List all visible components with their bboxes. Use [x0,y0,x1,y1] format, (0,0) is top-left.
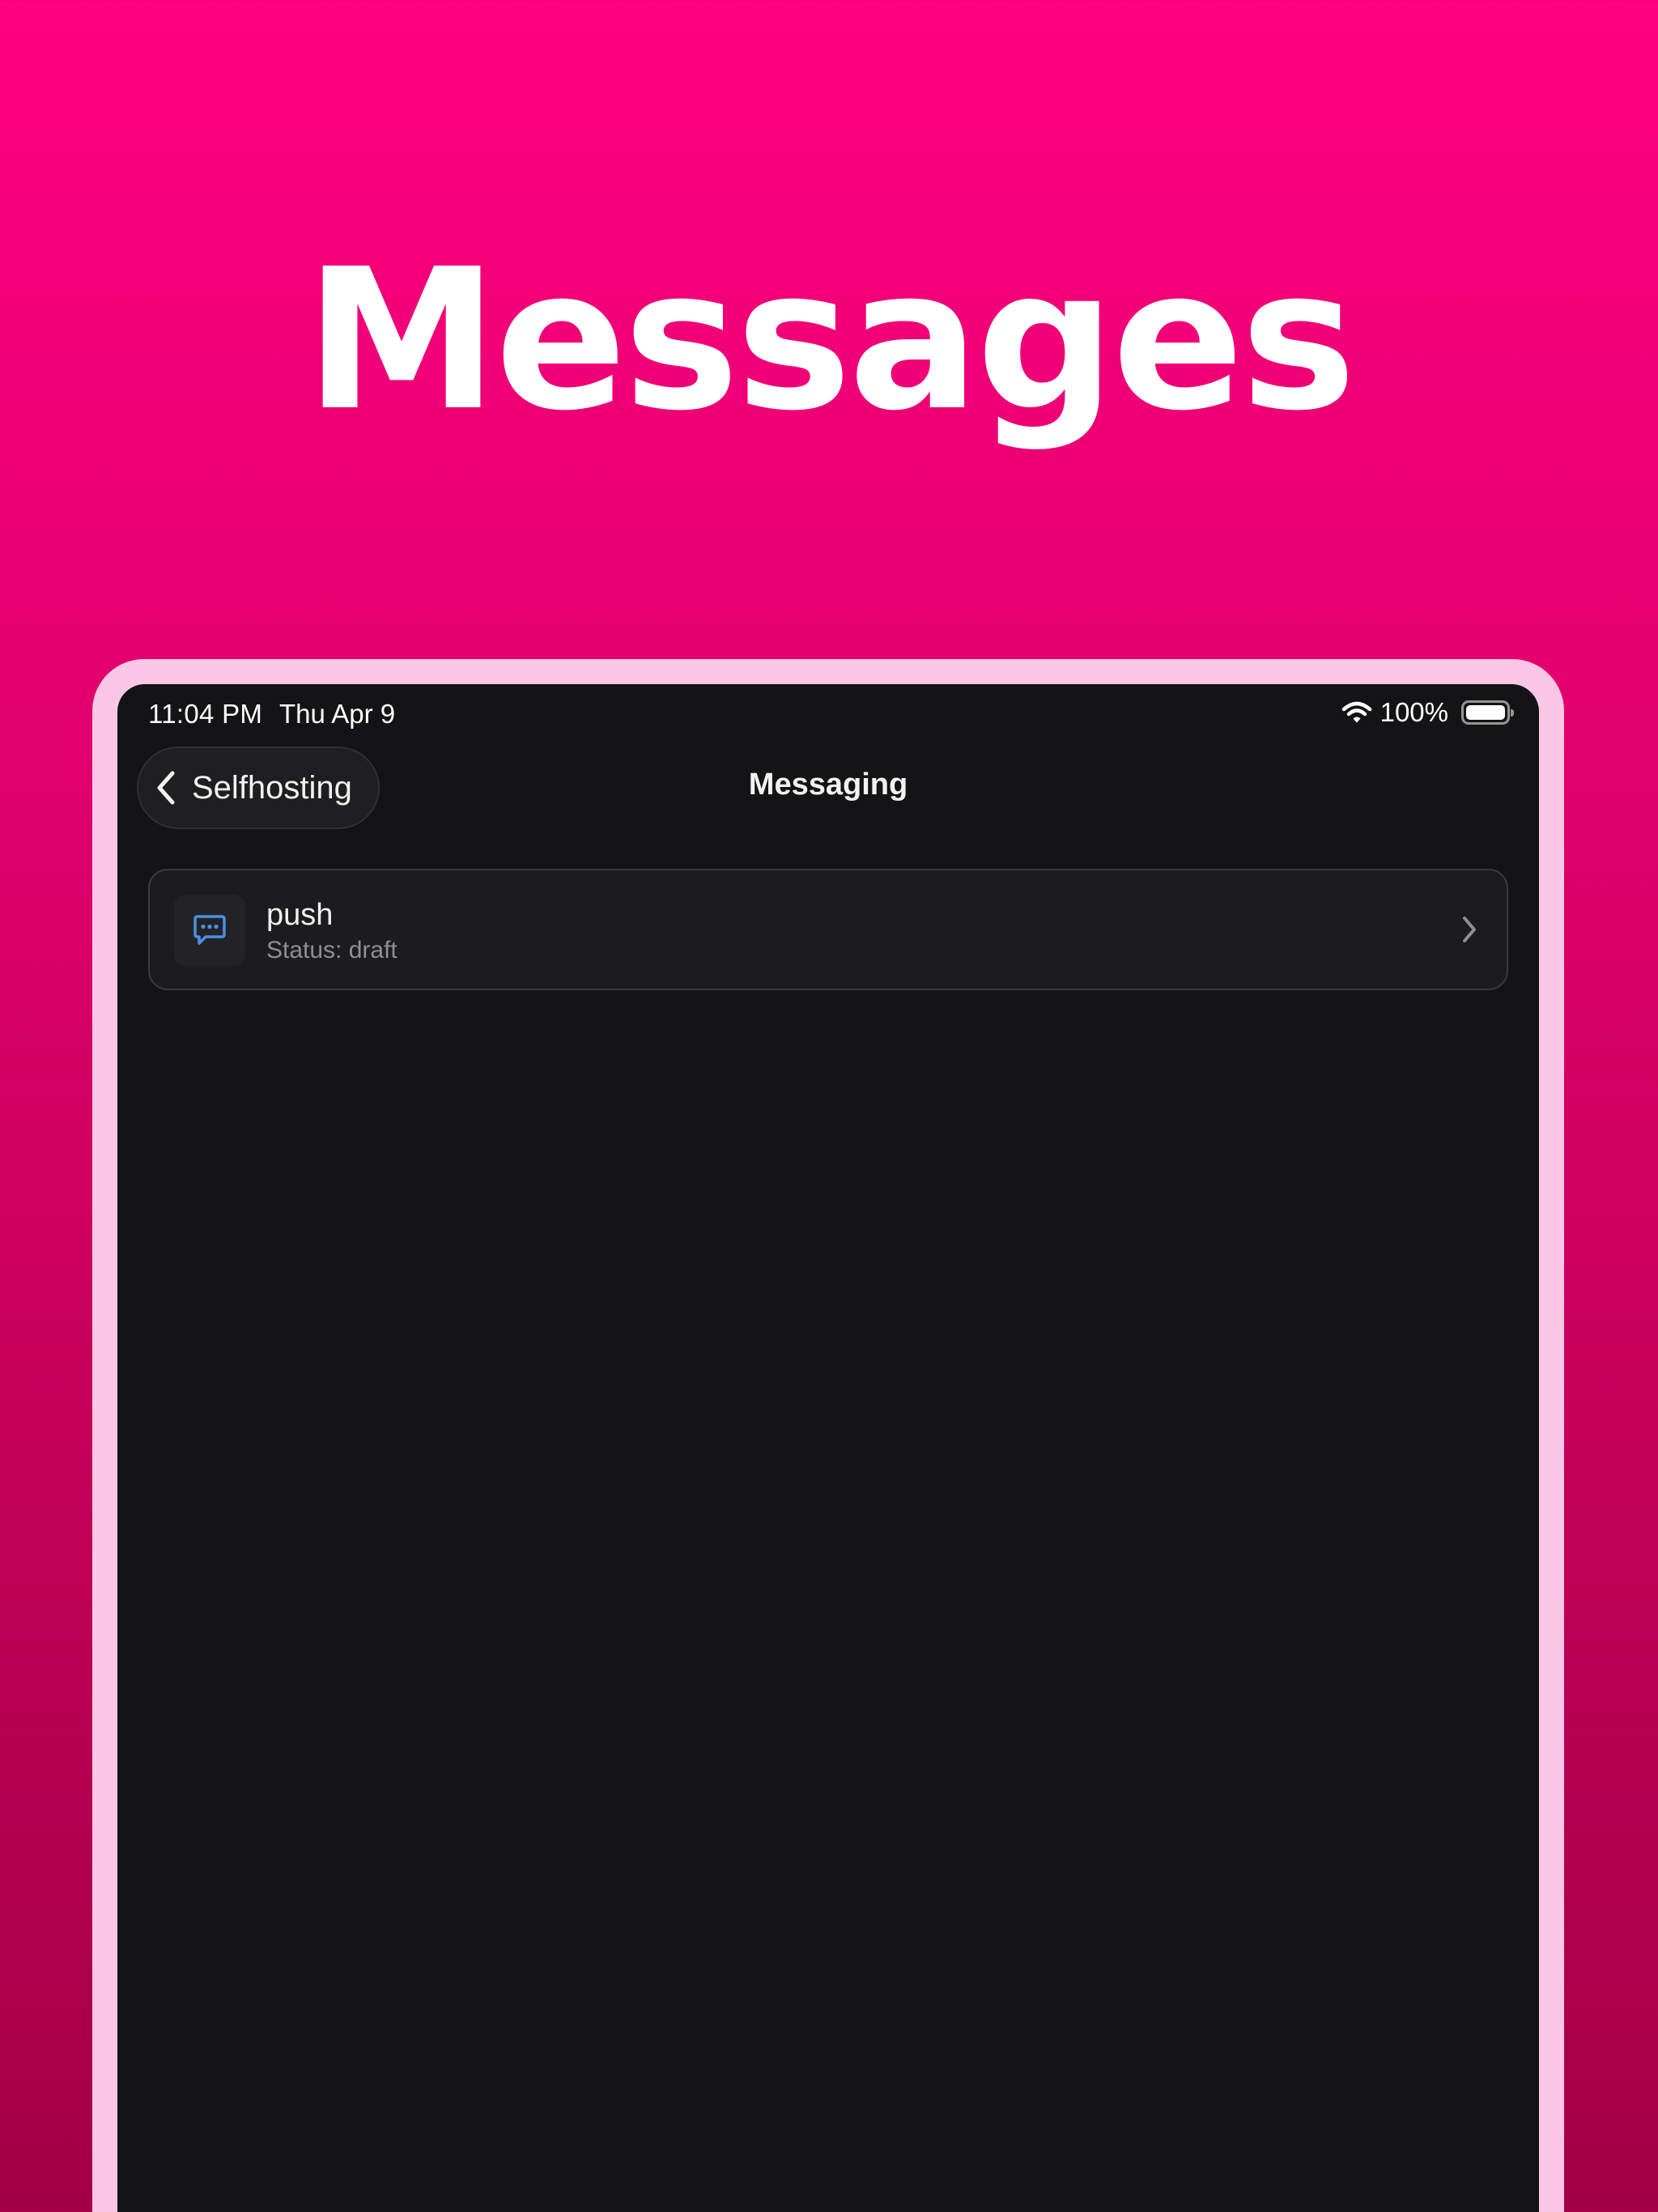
status-bar: 11:04 PM Thu Apr 9 100% [117,684,1539,746]
list-item[interactable]: push Status: draft [148,869,1508,990]
item-title: push [266,898,334,932]
battery-fill [1466,705,1505,720]
wifi-icon [1341,700,1372,725]
chevron-right-icon [1463,917,1476,942]
chat-bubble-icon [193,915,226,945]
item-icon-tile [174,895,245,966]
battery-percentage: 100% [1380,697,1448,727]
page-title: Messaging [748,768,908,802]
status-date: Thu Apr 9 [279,699,396,729]
battery-icon [1461,700,1514,725]
device-screen: 11:04 PM Thu Apr 9 100% Selfhosting Mess… [117,684,1539,2212]
status-time: 11:04 PM [148,699,263,729]
hero-headline: Messages [304,227,1357,453]
status-indicators: 100% [1341,697,1514,728]
battery-cap [1511,709,1514,717]
item-subtitle: Status: draft [266,937,397,963]
